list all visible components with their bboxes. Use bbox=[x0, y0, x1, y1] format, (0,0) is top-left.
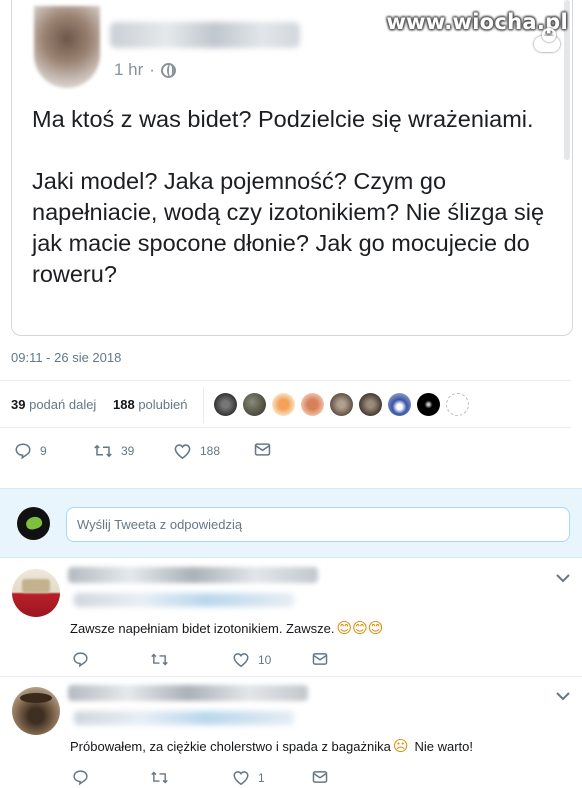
like-action[interactable]: 188 bbox=[173, 442, 220, 460]
liker-avatar[interactable] bbox=[243, 393, 266, 416]
reply-composer: Wyślij Tweeta z odpowiedzią bbox=[0, 488, 582, 558]
liker-avatar[interactable] bbox=[417, 393, 440, 416]
reply-count: 9 bbox=[40, 444, 47, 458]
globe-icon bbox=[160, 62, 176, 78]
like-count: 10 bbox=[258, 652, 272, 667]
reply-tweet[interactable]: Próbowałem, za ciężkie cholerstwo i spad… bbox=[0, 677, 582, 788]
like-count: 188 bbox=[200, 444, 221, 458]
retweets-count: 39 bbox=[11, 397, 26, 412]
reply-action[interactable] bbox=[72, 651, 97, 668]
retweet-action[interactable] bbox=[150, 769, 177, 786]
likes-stat[interactable]: 188 polubień bbox=[113, 397, 187, 412]
reply-author-name-blurred bbox=[68, 685, 308, 701]
tweet-stats-row: 39 podań dalej 188 polubień bbox=[0, 380, 571, 428]
frown-emoji: ☹ bbox=[392, 737, 409, 755]
message-action[interactable] bbox=[254, 442, 271, 457]
reply-text: Próbowałem, za ciężkie cholerstwo i spad… bbox=[70, 737, 473, 755]
liker-avatar[interactable] bbox=[330, 393, 353, 416]
tweet-actions: 9 39 188 bbox=[0, 440, 571, 464]
like-icon bbox=[174, 444, 191, 460]
reply-text-body: Zawsze napełniam bidet izotonikiem. Zaws… bbox=[70, 620, 335, 636]
liker-avatar[interactable] bbox=[446, 393, 469, 416]
tweet-timestamp[interactable]: 09:11 - 26 sie 2018 bbox=[11, 350, 121, 365]
reply-action[interactable]: 9 bbox=[14, 442, 47, 460]
retweet-icon bbox=[94, 444, 112, 458]
liker-avatar[interactable] bbox=[272, 393, 295, 416]
post-author-avatar-blurred bbox=[34, 6, 100, 88]
stats-divider bbox=[203, 387, 204, 423]
reply-text-body: Próbowałem, za ciężkie cholerstwo i spad… bbox=[70, 738, 391, 754]
post-text: Ma ktoś z was bidet? Podzielcie się wraż… bbox=[32, 106, 545, 287]
reply-actions: 1 bbox=[0, 769, 582, 788]
likes-count: 188 bbox=[113, 397, 135, 412]
reply-icon bbox=[15, 443, 31, 460]
reply-action[interactable] bbox=[72, 769, 97, 786]
liker-avatar[interactable] bbox=[388, 393, 411, 416]
liker-avatar[interactable] bbox=[301, 393, 324, 416]
like-action[interactable]: 1 bbox=[232, 769, 265, 786]
reply-author-avatar[interactable] bbox=[12, 687, 60, 735]
reply-actions: 10 bbox=[0, 651, 582, 671]
retweet-action[interactable]: 39 bbox=[93, 442, 134, 460]
reply-tweet[interactable]: Zawsze napełniam bidet izotonikiem. Zaws… bbox=[0, 559, 582, 677]
like-icon bbox=[233, 653, 249, 668]
watermark-bubble-icon bbox=[534, 28, 560, 52]
message-icon bbox=[312, 653, 328, 665]
current-user-avatar bbox=[17, 507, 50, 540]
post-meta-separator: · bbox=[149, 60, 155, 79]
retweets-stat[interactable]: 39 podań dalej bbox=[11, 397, 96, 412]
reply-author-avatar[interactable] bbox=[12, 569, 60, 617]
liker-avatar[interactable] bbox=[214, 393, 237, 416]
reply-icon bbox=[73, 770, 88, 786]
like-count: 1 bbox=[258, 770, 265, 785]
likers-avatars bbox=[214, 393, 469, 416]
reply-recipient-blurred bbox=[74, 593, 294, 607]
message-icon bbox=[312, 771, 328, 783]
reply-recipient-blurred bbox=[74, 711, 294, 725]
reply-text: Zawsze napełniam bidet izotonikiem. Zaws… bbox=[70, 619, 383, 637]
reply-input[interactable]: Wyślij Tweeta z odpowiedzią bbox=[66, 507, 570, 542]
post-meta: 1 hr · bbox=[114, 60, 176, 80]
liker-avatar[interactable] bbox=[359, 393, 382, 416]
reply-icon bbox=[73, 652, 88, 668]
embedded-post-card: 1 hr · Ma ktoś z was bidet? Podzielcie s… bbox=[11, 0, 573, 336]
message-action[interactable] bbox=[312, 770, 328, 784]
reply-author-name-blurred bbox=[68, 567, 318, 583]
like-icon bbox=[233, 771, 249, 786]
reply-text-tail: Nie warto! bbox=[414, 738, 474, 754]
retweet-icon bbox=[151, 771, 168, 784]
chevron-down-icon[interactable] bbox=[556, 691, 570, 701]
likes-label: polubień bbox=[138, 397, 188, 412]
like-action[interactable]: 10 bbox=[232, 651, 271, 668]
retweet-icon bbox=[151, 653, 168, 666]
message-action[interactable] bbox=[312, 652, 328, 666]
retweet-count: 39 bbox=[121, 444, 135, 458]
watermark-logo: www.wiocha.pl bbox=[386, 10, 568, 34]
retweets-label: podań dalej bbox=[29, 397, 97, 412]
smile-emoji: 😊😊😊 bbox=[336, 619, 384, 637]
post-header: 1 hr · bbox=[34, 0, 434, 90]
message-icon bbox=[254, 443, 271, 456]
post-time: 1 hr bbox=[114, 60, 144, 79]
chevron-down-icon[interactable] bbox=[556, 573, 570, 583]
post-author-name-blurred bbox=[110, 22, 300, 48]
retweet-action[interactable] bbox=[150, 651, 177, 668]
